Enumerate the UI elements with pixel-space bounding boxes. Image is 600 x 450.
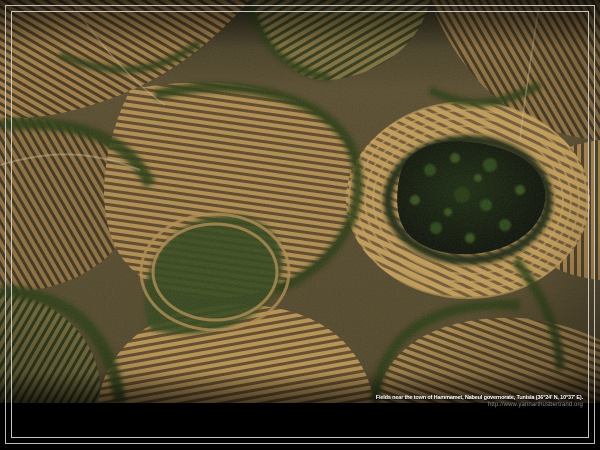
caption-url: http://www.yannarthusbertrand.org — [376, 402, 583, 409]
wallpaper: Fields near the town of Hammamet, Nabeul… — [0, 0, 600, 450]
caption-location: Fields near the town of Hammamet, Nabeul… — [376, 395, 583, 402]
photo-caption: Fields near the town of Hammamet, Nabeul… — [376, 395, 583, 409]
aerial-photo — [0, 0, 600, 403]
field-landscape — [0, 0, 600, 403]
